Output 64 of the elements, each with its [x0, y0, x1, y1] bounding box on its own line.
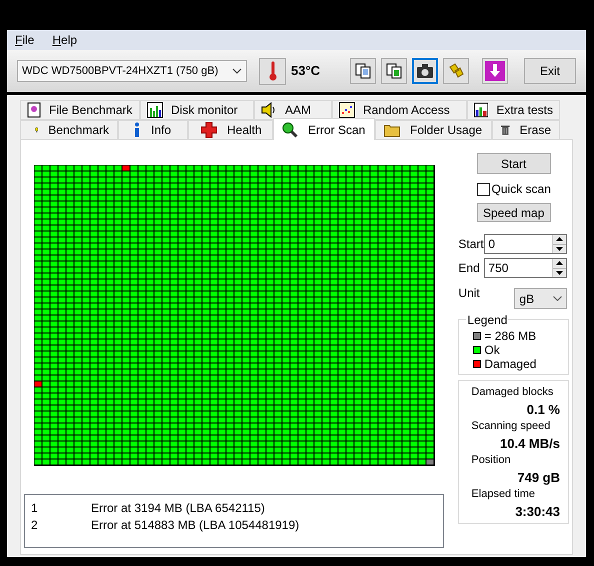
tab[interactable]: File Benchmark	[20, 100, 140, 120]
checkbox[interactable]	[476, 182, 490, 196]
bar-chart-icon	[147, 102, 163, 118]
tab[interactable]: Erase	[492, 120, 560, 140]
speaker-icon	[261, 102, 277, 118]
drive-dropdown[interactable]: WDC WD7500BPVT-24HXZT1 (750 gB)	[17, 60, 247, 82]
stat-label: Scanning speed	[471, 419, 552, 434]
menu-item[interactable]: File	[15, 31, 34, 49]
stat-value: 10.4 MB/s	[500, 435, 560, 452]
stat-label: Position	[471, 453, 512, 468]
spinner-icon[interactable]	[552, 235, 566, 253]
magnifier-icon	[282, 122, 298, 138]
number-field[interactable]: 750	[484, 258, 568, 278]
legend-label: = 286 MB	[484, 328, 536, 345]
chain-icon	[448, 63, 464, 79]
tab[interactable]: Extra tests	[467, 100, 560, 120]
error-index: 2	[31, 516, 39, 534]
tab[interactable]: Info	[118, 120, 188, 140]
toolbar-button[interactable]	[350, 58, 376, 84]
tab[interactable]: Benchmark	[20, 120, 118, 140]
thermometer-icon	[268, 61, 276, 81]
tab[interactable]: Health	[188, 120, 273, 140]
tab[interactable]: Disk monitor	[140, 100, 254, 120]
camera-icon	[417, 64, 433, 78]
field-label: Unit	[458, 285, 481, 302]
stat-value: 749 gB	[517, 469, 560, 486]
bar-chart-icon	[474, 102, 488, 118]
speed-map-button[interactable]: Speed map	[476, 203, 551, 222]
copy-icon	[386, 63, 402, 79]
page-icon	[27, 102, 41, 118]
spinner-icon[interactable]	[552, 259, 566, 277]
stat-value: 0.1 %	[526, 401, 560, 418]
folder-icon	[384, 123, 400, 137]
chevron-down-icon	[232, 68, 242, 74]
cross-icon	[201, 122, 217, 138]
chevron-down-icon	[553, 296, 562, 301]
legend-label: Damaged	[484, 356, 536, 373]
tab[interactable]: Random Access	[332, 100, 467, 120]
stat-label: Elapsed time	[471, 487, 536, 502]
number-field[interactable]: 0	[484, 234, 568, 254]
copy-icon	[355, 63, 371, 79]
stat-label: Damaged blocks	[471, 385, 554, 400]
thermometer-button[interactable]	[259, 58, 286, 84]
start-button[interactable]: Start	[476, 153, 551, 174]
field-label: Start	[458, 236, 484, 253]
toolbar-button[interactable]	[412, 58, 438, 84]
legend-title: Legend	[466, 313, 508, 327]
tab[interactable]: Folder Usage	[375, 120, 492, 140]
unit-dropdown[interactable]: gB	[514, 288, 568, 309]
toolbar-button[interactable]	[381, 58, 407, 84]
info-icon	[133, 122, 141, 138]
checkbox-label: Quick scan	[492, 181, 551, 198]
error-message: Error at 514883 MB (LBA 1054481919)	[91, 516, 300, 534]
field-label: End	[458, 260, 481, 277]
exit-button[interactable]: Exit	[524, 58, 576, 84]
error-index: 1	[31, 500, 39, 516]
tab[interactable]: AAM	[254, 100, 332, 120]
temperature-reading: 53°C	[291, 62, 320, 80]
tab[interactable]: Error Scan	[273, 118, 375, 140]
menu-item[interactable]: Help	[52, 31, 78, 49]
stat-value: 3:30:43	[515, 503, 560, 520]
scatter-icon	[339, 102, 355, 118]
legend-label: Ok	[484, 342, 500, 359]
error-message: Error at 3194 MB (LBA 6542115)	[91, 500, 265, 516]
